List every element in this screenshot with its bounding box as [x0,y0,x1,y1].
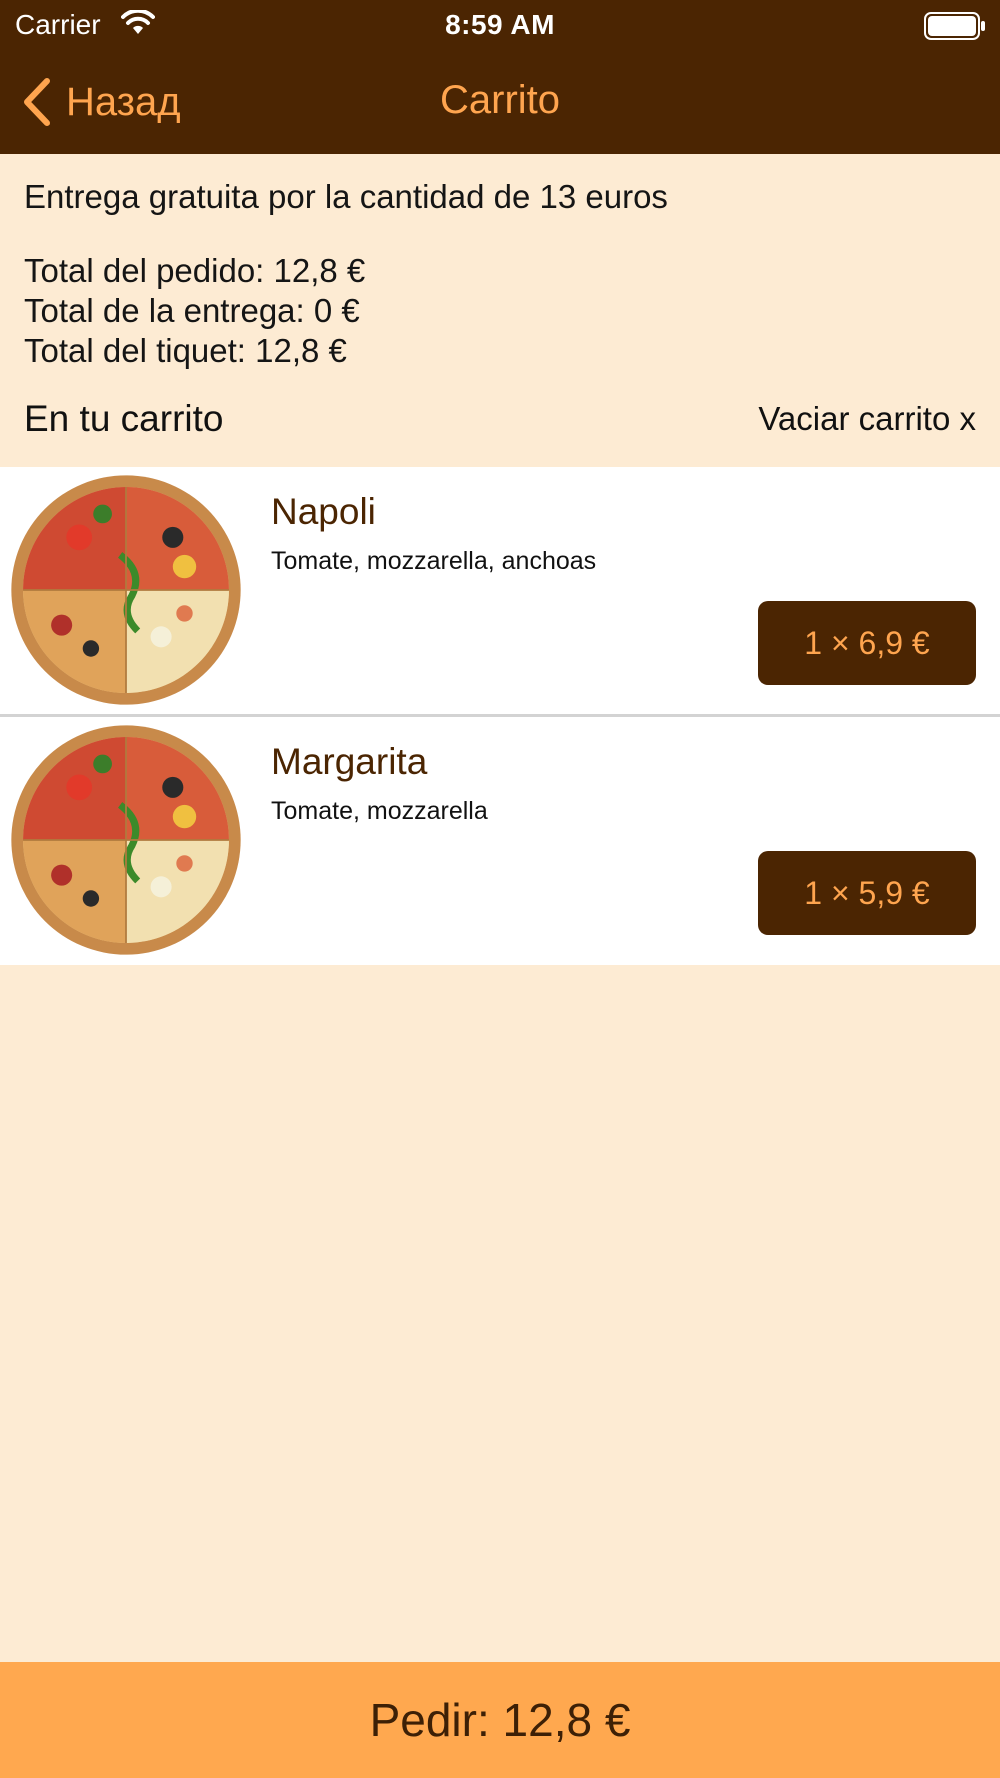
cart-item[interactable]: Napoli Tomate, mozzarella, anchoas 1 × 6… [0,467,1000,715]
clear-cart-button[interactable]: Vaciar carrito x [758,400,976,438]
item-description: Tomate, mozzarella [271,797,488,825]
delivery-total: Total de la entrega: 0 € [24,292,360,329]
order-button[interactable]: Pedir: 12,8 € [0,1662,1000,1778]
navigation-bar: Назад Carrito [0,50,1000,154]
battery-icon [924,12,986,47]
item-name: Napoli [271,491,376,532]
page-title: Carrito [439,78,561,122]
cart-header: En tu carrito Vaciar carrito x [24,396,976,446]
pizza-image [11,725,241,955]
item-name: Margarita [271,741,428,782]
pizza-image [11,475,241,705]
cart-item[interactable]: Margarita Tomate, mozzarella 1 × 5,9 € [0,717,1000,965]
status-bar: Carrier 8:59 AM [0,0,1000,50]
quantity-price-button[interactable]: 1 × 6,9 € [758,601,976,685]
ticket-total: Total del tiquet: 12,8 € [24,332,347,369]
clock: 8:59 AM [445,9,555,40]
cart-heading: En tu carrito [24,398,224,439]
order-total: Total del pedido: 12,8 € [24,252,366,289]
quantity-price-button[interactable]: 1 × 5,9 € [758,851,976,935]
free-delivery-notice: Entrega gratuita por la cantidad de 13 e… [24,178,668,215]
item-description: Tomate, mozzarella, anchoas [271,547,597,575]
